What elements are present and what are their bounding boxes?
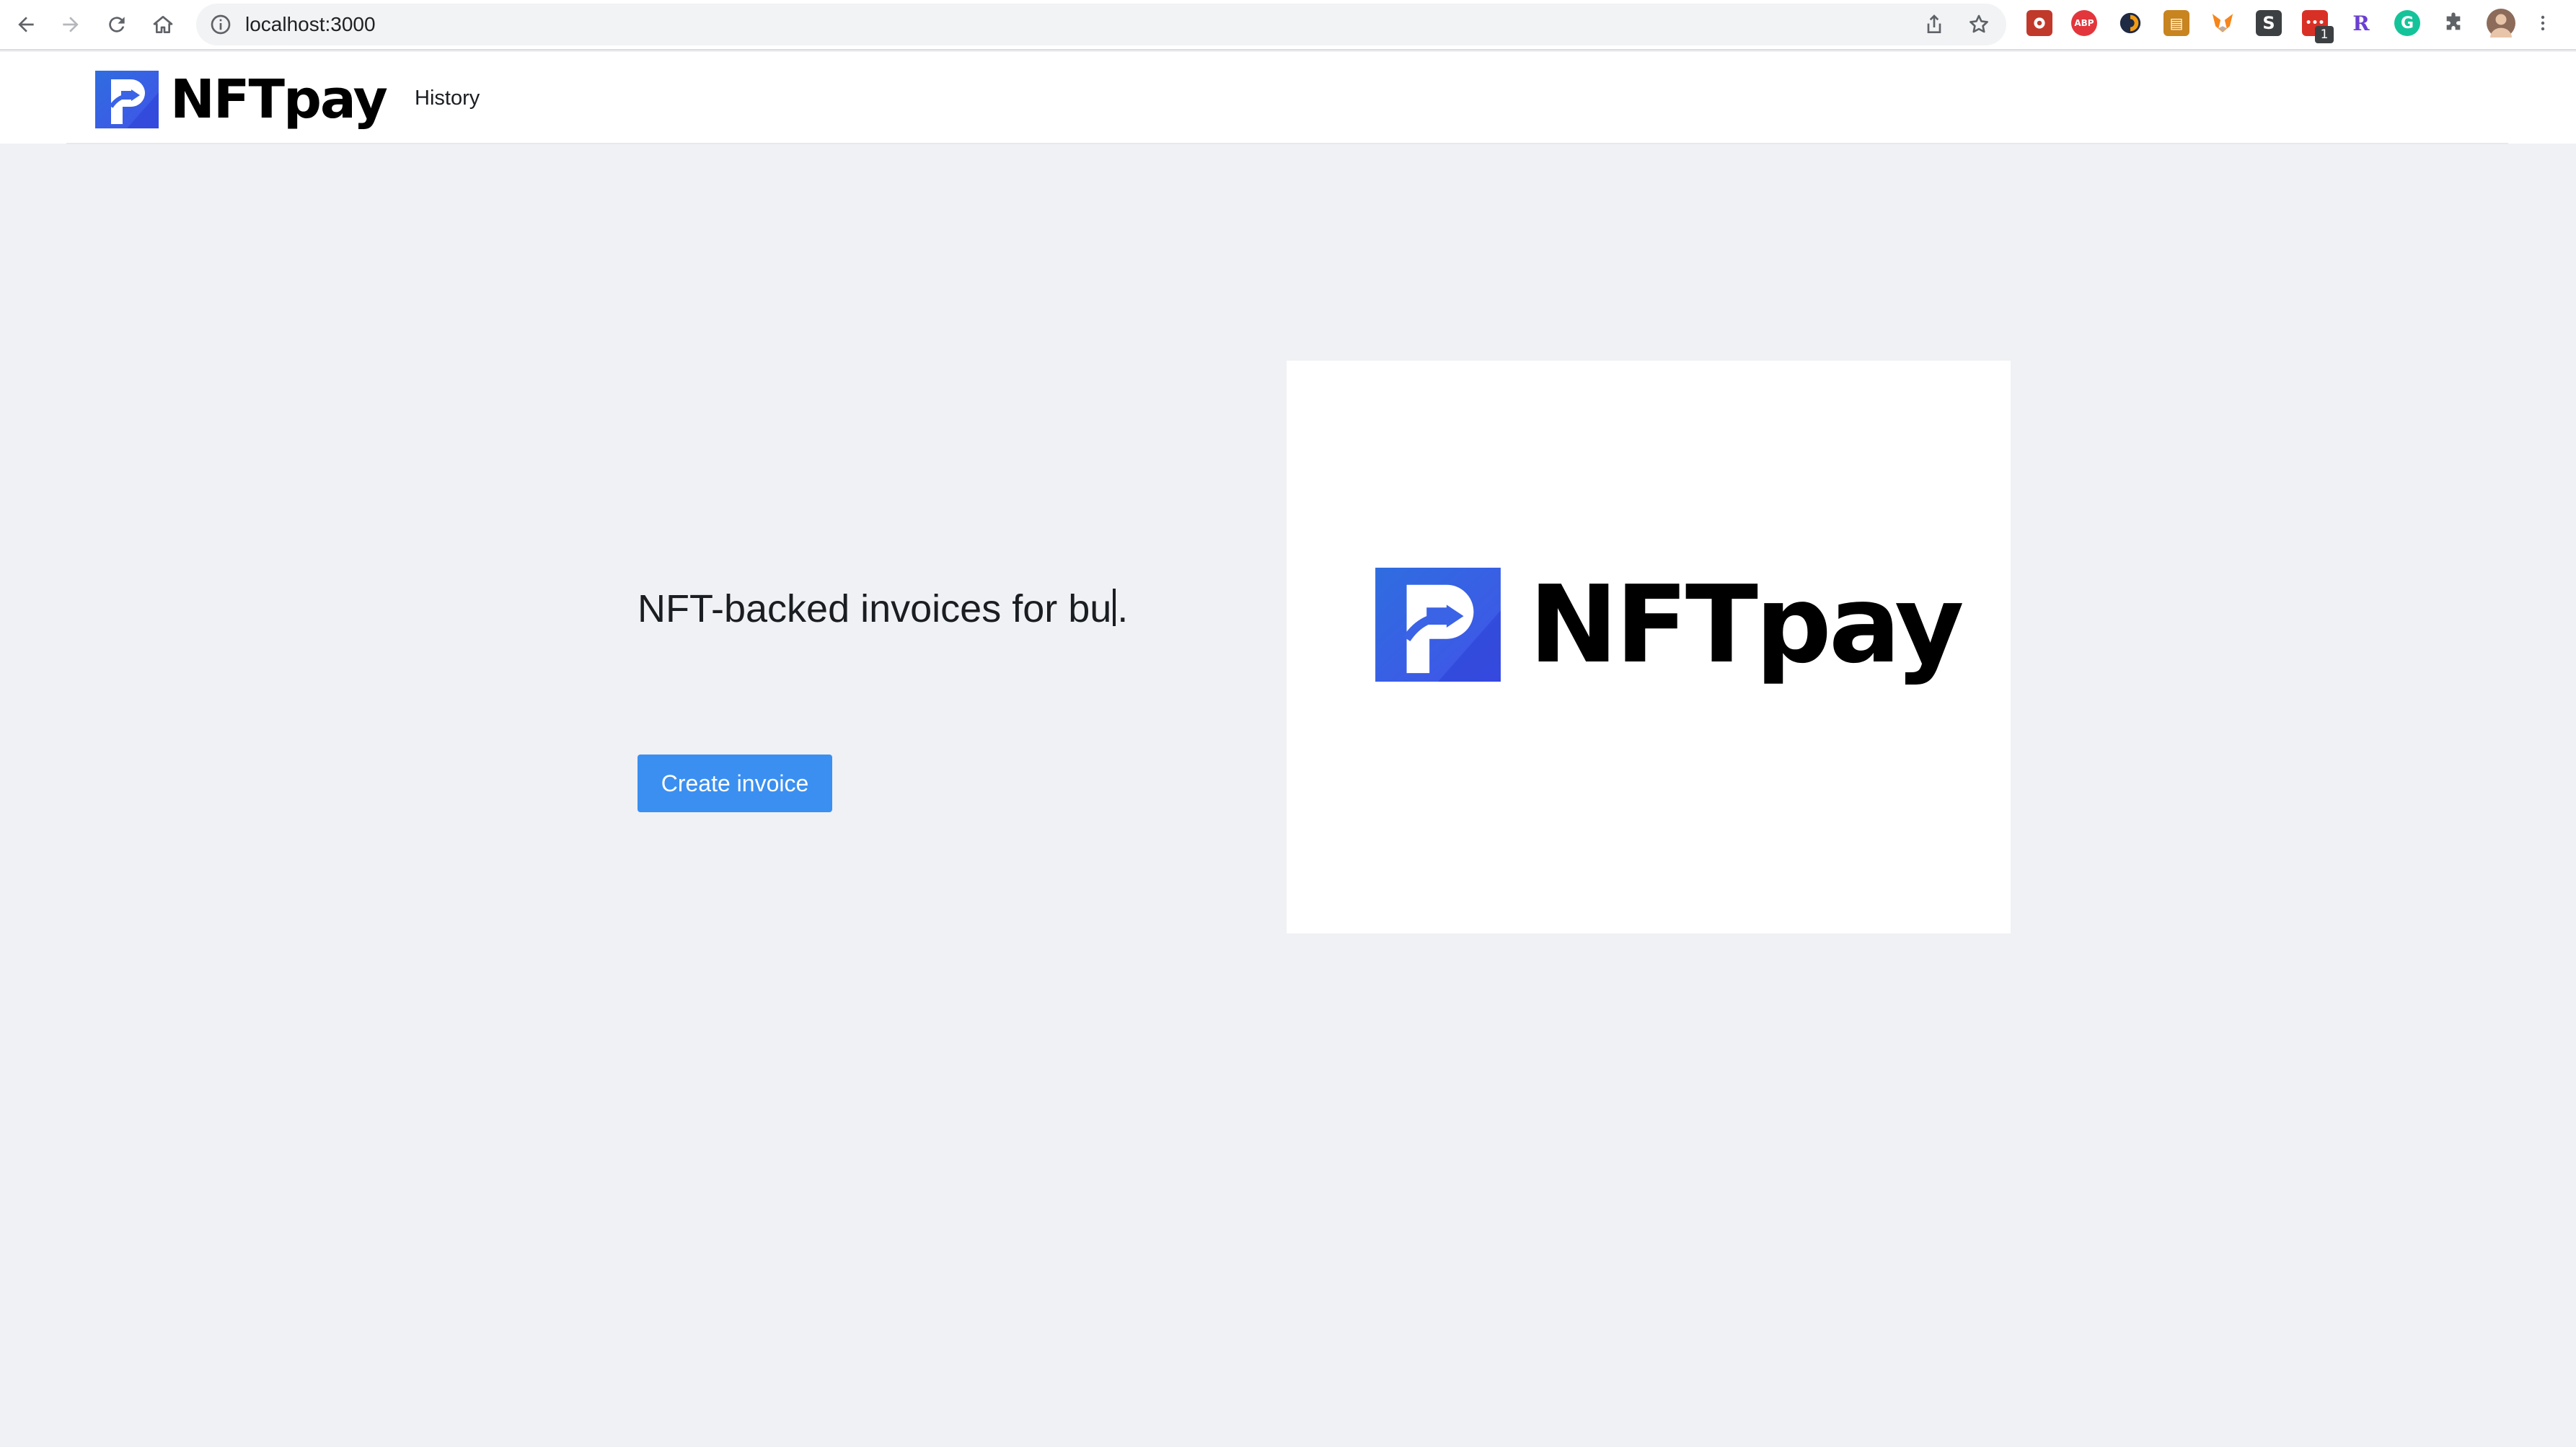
extension-orange-icon[interactable]: ▤ [2163,10,2189,36]
hero-logo-text: NFTpay [1529,563,1964,687]
nav-history-link[interactable]: History [415,85,480,111]
metamask-icon[interactable] [2210,10,2236,36]
home-button[interactable] [144,6,182,43]
create-invoice-button[interactable]: Create invoice [638,755,832,812]
browser-toolbar: localhost:3000 ABP ▤ S ••• 1 R G [0,0,2576,50]
bookmark-star-icon[interactable] [1967,13,1990,36]
forward-button[interactable] [52,6,89,43]
avatar[interactable] [2487,9,2515,38]
site-info-icon[interactable] [209,13,232,36]
nftpay-logo-large-icon [1375,568,1501,682]
hero-logo: NFTpay [1375,563,1964,687]
address-bar[interactable]: localhost:3000 [196,4,2006,45]
hero-tagline-end: . [1117,587,1129,630]
puzzle-extensions-icon[interactable] [2440,10,2466,36]
arrow-right-icon [63,17,79,32]
header-divider [66,143,2508,144]
brand-logo-link[interactable]: NFTpay [95,69,388,131]
grammarly-icon[interactable]: G [2394,10,2420,36]
arrow-left-icon [18,17,34,32]
extension-s-icon[interactable]: S [2256,10,2282,36]
hero-image-card: NFTpay [1287,361,2011,933]
extension-r-icon[interactable]: R [2348,10,2374,36]
home-icon [153,16,173,33]
brand-name: NFTpay [170,69,388,131]
url-text[interactable]: localhost:3000 [245,14,376,35]
back-button[interactable] [7,6,45,43]
adblock-plus-icon[interactable]: ABP [2071,10,2097,36]
kebab-menu-icon[interactable] [2534,10,2551,36]
reload-button[interactable] [98,6,136,43]
extension-badge: 1 [2315,26,2334,43]
extension-dark-icon[interactable] [2117,10,2143,36]
extension-red-icon[interactable] [2026,10,2052,36]
reload-icon [109,17,125,32]
typing-cursor [1113,589,1116,626]
hero-tagline: NFT-backed invoices for bu. [638,577,1171,641]
share-icon[interactable] [1923,13,1946,36]
nftpay-logo-icon [95,71,159,128]
hero-tagline-text: NFT-backed invoices for bu [638,587,1112,630]
